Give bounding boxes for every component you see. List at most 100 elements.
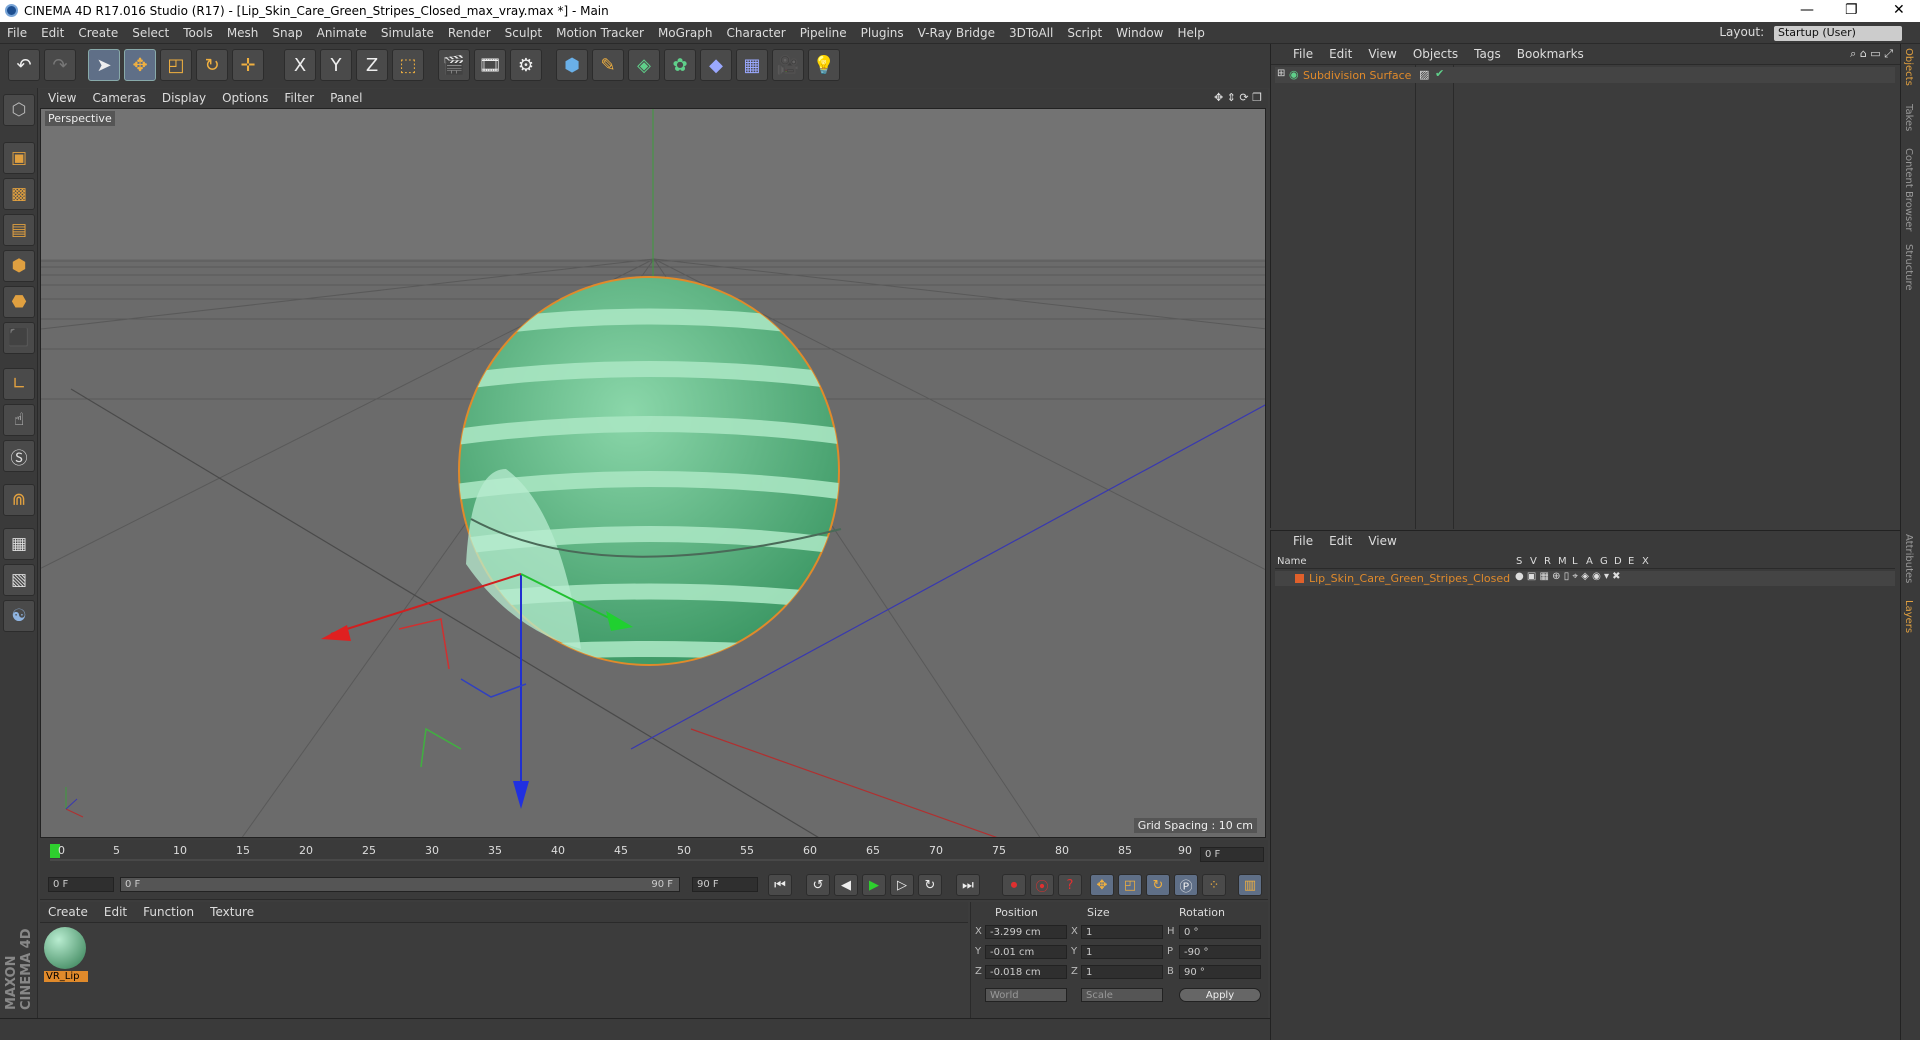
- goto-end-icon[interactable]: ⏭: [956, 874, 980, 896]
- start-frame-field[interactable]: 0 F: [48, 877, 114, 892]
- col-deformers[interactable]: D: [1614, 556, 1622, 567]
- x-axis-icon[interactable]: X: [284, 49, 316, 81]
- current-frame-field[interactable]: 0 F: [1200, 847, 1264, 862]
- key-pla-icon[interactable]: ⁘: [1202, 874, 1226, 896]
- timeline[interactable]: 0 5 10 15 20 25 30 35 40 45 50 55 60 65 …: [40, 840, 1268, 870]
- size-z-field[interactable]: 1: [1081, 965, 1163, 979]
- prev-key-icon[interactable]: ↺: [806, 874, 830, 896]
- side-tab-attributes[interactable]: Attributes: [1903, 534, 1914, 583]
- undo-icon[interactable]: ↶: [8, 49, 40, 81]
- menu-character[interactable]: Character: [719, 22, 792, 40]
- vp-menu-display[interactable]: Display: [154, 89, 214, 105]
- vp-menu-cameras[interactable]: Cameras: [84, 89, 153, 105]
- mat-menu-edit[interactable]: Edit: [96, 902, 135, 919]
- coordinate-system-icon[interactable]: ⬚: [392, 49, 424, 81]
- menu-motion-tracker[interactable]: Motion Tracker: [549, 22, 651, 40]
- col-solo[interactable]: S: [1516, 556, 1522, 567]
- deformer-icon[interactable]: ◆: [700, 49, 732, 81]
- col-expressions[interactable]: E: [1628, 556, 1634, 567]
- obj-menu-tags[interactable]: Tags: [1466, 44, 1509, 61]
- material-swatch[interactable]: VR_Lip: [44, 927, 88, 983]
- prev-frame-icon[interactable]: ◀: [834, 874, 858, 896]
- key-rotation-icon[interactable]: ↻: [1146, 874, 1170, 896]
- vp-menu-options[interactable]: Options: [214, 89, 276, 105]
- edit-render-settings-icon[interactable]: ⚙: [510, 49, 542, 81]
- rotate-icon[interactable]: ↻: [196, 49, 228, 81]
- expand-icon[interactable]: ⊞: [1277, 68, 1285, 79]
- mat-menu-create[interactable]: Create: [40, 902, 96, 919]
- menu-vray-bridge[interactable]: V-Ray Bridge: [911, 22, 1002, 40]
- menu-mesh[interactable]: Mesh: [220, 22, 266, 40]
- frame-range-slider[interactable]: 0 F 90 F: [120, 877, 680, 892]
- menu-sculpt[interactable]: Sculpt: [498, 22, 549, 40]
- col-view[interactable]: V: [1530, 556, 1537, 567]
- minimize-button[interactable]: —: [1800, 2, 1814, 18]
- menu-pipeline[interactable]: Pipeline: [793, 22, 854, 40]
- cube-icon[interactable]: ⬢: [556, 49, 588, 81]
- obj-menu-bookmarks[interactable]: Bookmarks: [1509, 44, 1592, 61]
- next-frame-icon[interactable]: ▷: [890, 874, 914, 896]
- obj-menu-view[interactable]: View: [1360, 44, 1404, 61]
- workplane-lock-icon[interactable]: ▧: [3, 564, 35, 596]
- vp-menu-filter[interactable]: Filter: [276, 89, 322, 105]
- menu-create[interactable]: Create: [71, 22, 125, 40]
- size-mode-dropdown[interactable]: Scale: [1081, 988, 1163, 1002]
- snap-icon[interactable]: Ⓢ: [3, 440, 35, 472]
- magnet-icon[interactable]: ⋒: [3, 484, 35, 516]
- key-scale-icon[interactable]: ◰: [1118, 874, 1142, 896]
- z-axis-icon[interactable]: Z: [356, 49, 388, 81]
- size-y-field[interactable]: 1: [1081, 945, 1163, 959]
- layer-flags-icons[interactable]: ● ▣ ▦ ⊕ ▯ ⌖ ◈ ◉ ▾ ✖: [1515, 571, 1621, 582]
- obj-menu-edit[interactable]: Edit: [1321, 44, 1360, 61]
- tweak-icon[interactable]: ☝: [3, 404, 35, 436]
- move-icon[interactable]: ✥: [124, 49, 156, 81]
- rotation-p-field[interactable]: -90 °: [1179, 945, 1261, 959]
- pen-icon[interactable]: ✎: [592, 49, 624, 81]
- grid-lock-icon[interactable]: ▦: [3, 528, 35, 560]
- layer-menu-edit[interactable]: Edit: [1321, 531, 1360, 548]
- keyframe-selection-icon[interactable]: ?: [1058, 874, 1082, 896]
- axis-mode-icon[interactable]: ∟: [3, 368, 35, 400]
- goto-start-icon[interactable]: ⏮: [768, 874, 792, 896]
- viewport-nav-icons[interactable]: ✥ ⇕ ⟳ ❐: [1214, 91, 1262, 104]
- cloner-icon[interactable]: ✿: [664, 49, 696, 81]
- layout-dropdown[interactable]: Startup (User): [1774, 26, 1902, 41]
- obj-manager-search-icon[interactable]: ⌕ ⌂ ▭ ⤢: [1850, 47, 1893, 61]
- menu-render[interactable]: Render: [441, 22, 498, 40]
- position-x-field[interactable]: -3.299 cm: [985, 925, 1067, 939]
- layer-color-swatch[interactable]: [1295, 574, 1304, 583]
- col-name[interactable]: Name: [1277, 556, 1307, 567]
- side-tab-takes[interactable]: Takes: [1903, 104, 1914, 131]
- side-tab-layers[interactable]: Layers: [1903, 600, 1914, 633]
- mat-menu-function[interactable]: Function: [135, 902, 202, 919]
- timeline-window-icon[interactable]: ▥: [1238, 874, 1262, 896]
- col-manager[interactable]: M: [1558, 556, 1567, 567]
- col-locked[interactable]: L: [1572, 556, 1578, 567]
- menu-simulate[interactable]: Simulate: [374, 22, 441, 40]
- layer-row[interactable]: Lip_Skin_Care_Green_Stripes_Closed ● ▣ ▦…: [1275, 571, 1895, 586]
- select-arrow-icon[interactable]: ➤: [88, 49, 120, 81]
- live-select-icon[interactable]: ✛: [232, 49, 264, 81]
- maximize-button[interactable]: ❐: [1845, 2, 1858, 18]
- col-render[interactable]: R: [1544, 556, 1551, 567]
- workplane-icon[interactable]: ▤: [3, 214, 35, 246]
- python-icon[interactable]: ☯: [3, 600, 35, 632]
- menu-script[interactable]: Script: [1060, 22, 1109, 40]
- enabled-check-icon[interactable]: ✔: [1435, 67, 1444, 80]
- menu-animate[interactable]: Animate: [310, 22, 374, 40]
- mat-menu-texture[interactable]: Texture: [202, 902, 262, 919]
- end-frame-field[interactable]: 90 F: [692, 877, 758, 892]
- rotation-b-field[interactable]: 90 °: [1179, 965, 1261, 979]
- record-icon[interactable]: ⏺: [1002, 874, 1026, 896]
- floor-icon[interactable]: ▦: [736, 49, 768, 81]
- vp-menu-panel[interactable]: Panel: [322, 89, 370, 105]
- camera-icon[interactable]: 🎥: [772, 49, 804, 81]
- menu-file[interactable]: File: [0, 22, 34, 40]
- object-row[interactable]: ⊞ ◉ Subdivision Surface ▨ ✔: [1275, 67, 1895, 83]
- points-mode-icon[interactable]: ⬢: [3, 250, 35, 282]
- rotation-h-field[interactable]: 0 °: [1179, 925, 1261, 939]
- model-mode-icon[interactable]: ▣: [3, 142, 35, 174]
- play-icon[interactable]: ▶: [862, 874, 886, 896]
- side-tab-objects[interactable]: Objects: [1903, 48, 1914, 86]
- render-view-icon[interactable]: 🎬: [438, 49, 470, 81]
